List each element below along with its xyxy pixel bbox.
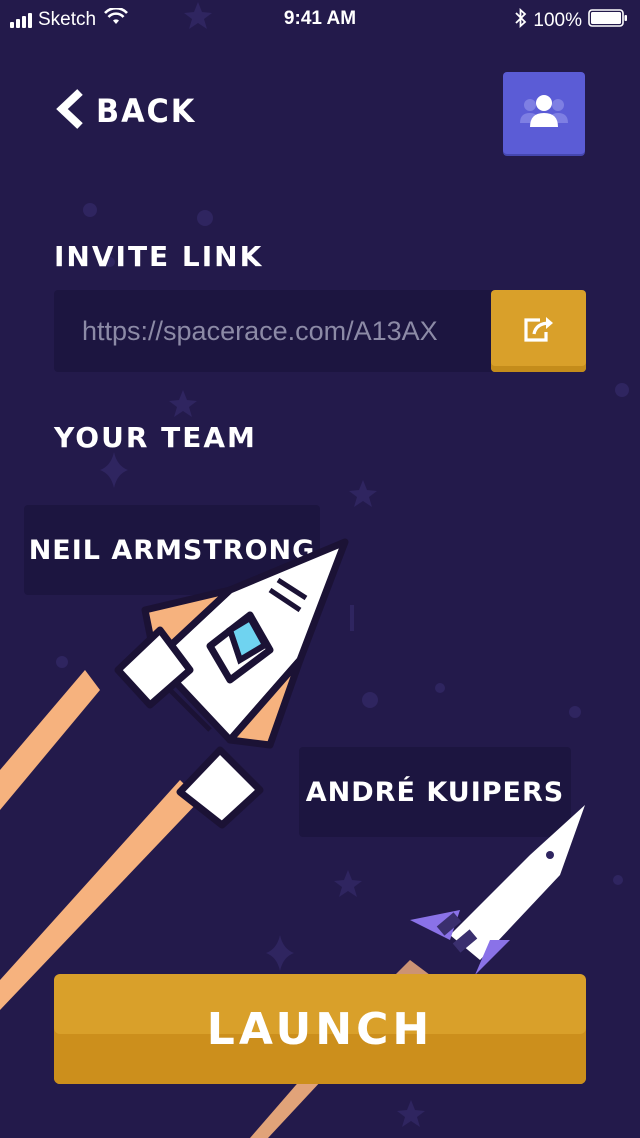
launch-button[interactable]: LAUNCH [54, 974, 586, 1084]
share-button[interactable] [491, 290, 586, 372]
team-button[interactable] [503, 72, 585, 154]
users-icon [518, 93, 570, 133]
small-rocket-illustration [410, 805, 585, 975]
share-icon [522, 314, 556, 348]
bluetooth-icon [515, 7, 527, 34]
back-button[interactable]: BACK [54, 88, 201, 134]
invite-link-title: INVITE LINK [54, 240, 264, 273]
invite-link-field[interactable]: https://spacerace.com/A13AX [54, 290, 494, 372]
back-label: BACK [96, 92, 197, 130]
rocket-illustration [114, 538, 349, 829]
status-bar: Sketch 9:41 AM 100% [0, 0, 640, 40]
chevron-left-icon [54, 88, 86, 134]
battery-icon [588, 9, 628, 33]
your-team-title: YOUR TEAM [54, 421, 257, 454]
battery-percent: 100% [533, 10, 582, 31]
invite-link-text: https://spacerace.com/A13AX [82, 315, 438, 346]
launch-label: LAUNCH [206, 1003, 434, 1055]
status-right: 100% [515, 7, 628, 34]
